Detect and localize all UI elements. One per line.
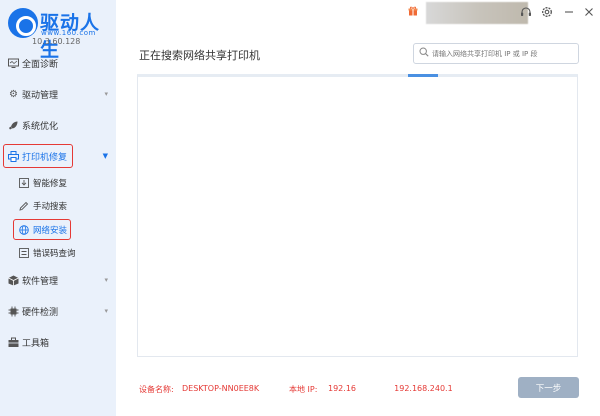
sidebar: 驱动人生 www.160.com 10.3.60.128 全面诊断 ⚙ 驱动管理… — [0, 0, 116, 416]
sidebar-subitem-smart-repair[interactable]: 智能修复 — [0, 173, 116, 193]
sidebar-subitem-label: 手动搜索 — [33, 202, 68, 212]
promo-banner[interactable] — [426, 2, 528, 24]
device-name-value: DESKTOP-NN0EE8K — [182, 384, 260, 393]
chevron-down-icon: ▾ — [104, 90, 108, 98]
rocket-icon — [8, 120, 19, 131]
title-bar — [116, 0, 600, 26]
list-icon — [19, 248, 29, 258]
local-ip-value: 192.16 192.168.240.1 — [328, 384, 453, 393]
sidebar-subitem-label: 错误码查询 — [33, 249, 76, 259]
sidebar-item-label: 硬件检测 — [22, 307, 59, 318]
headset-icon[interactable] — [519, 6, 533, 22]
sidebar-item-label: 系统优化 — [22, 121, 59, 132]
printer-results-panel — [137, 74, 578, 357]
search-icon — [419, 47, 429, 60]
sidebar-item-printer-repair[interactable]: 打印机修复 ▼ — [0, 145, 116, 167]
chevron-down-icon: ▾ — [104, 276, 108, 284]
minimize-icon[interactable] — [562, 6, 576, 22]
gear-icon: ⚙ — [9, 88, 18, 100]
sidebar-item-label: 全面诊断 — [22, 59, 59, 70]
monitor-icon — [8, 58, 19, 69]
chevron-down-icon: ▾ — [104, 307, 108, 315]
settings-icon[interactable] — [540, 6, 554, 22]
sidebar-item-software[interactable]: 软件管理 ▾ — [0, 269, 116, 291]
download-icon — [19, 178, 29, 188]
sidebar-subitem-label: 网络安装 — [33, 226, 68, 236]
sidebar-item-diagnosis[interactable]: 全面诊断 — [0, 52, 116, 74]
device-name-label: 设备名称: — [139, 385, 174, 394]
app-version: 10.3.60.128 — [32, 37, 81, 46]
globe-icon — [19, 225, 29, 235]
sidebar-item-toolbox[interactable]: 工具箱 — [0, 331, 116, 353]
logo-badge-icon — [8, 8, 38, 38]
sidebar-item-label: 工具箱 — [22, 338, 50, 349]
sidebar-subitem-label: 智能修复 — [33, 179, 68, 189]
chip-icon — [8, 306, 19, 317]
local-ip-label: 本地 IP: — [289, 385, 318, 394]
sidebar-subitem-network-install[interactable]: 网络安装 — [0, 220, 116, 240]
sidebar-item-label: 驱动管理 — [22, 90, 59, 101]
progress-track — [138, 74, 218, 77]
close-icon[interactable] — [582, 6, 596, 22]
box-icon — [8, 275, 19, 286]
toolbox-icon — [8, 337, 19, 348]
pencil-icon — [19, 201, 29, 211]
search-progress-bar — [408, 74, 438, 77]
sidebar-subitem-manual-search[interactable]: 手动搜索 — [0, 196, 116, 216]
ip-search-box[interactable] — [413, 43, 579, 64]
sidebar-item-driver[interactable]: ⚙ 驱动管理 ▾ — [0, 83, 116, 105]
chevron-down-icon: ▼ — [102, 152, 108, 160]
printer-icon — [8, 150, 19, 162]
sidebar-item-label: 软件管理 — [22, 276, 59, 287]
sidebar-subitem-error-code[interactable]: 错误码查询 — [0, 243, 116, 263]
gift-icon[interactable] — [408, 6, 418, 19]
sidebar-item-hardware[interactable]: 硬件检测 ▾ — [0, 300, 116, 322]
sidebar-item-optimize[interactable]: 系统优化 — [0, 114, 116, 136]
app-site: www.160.com — [41, 29, 96, 37]
ip-search-input[interactable] — [432, 46, 576, 61]
next-button[interactable]: 下一步 — [518, 377, 579, 398]
sidebar-item-label: 打印机修复 — [22, 152, 68, 163]
page-title: 正在搜索网络共享打印机 — [139, 49, 260, 62]
